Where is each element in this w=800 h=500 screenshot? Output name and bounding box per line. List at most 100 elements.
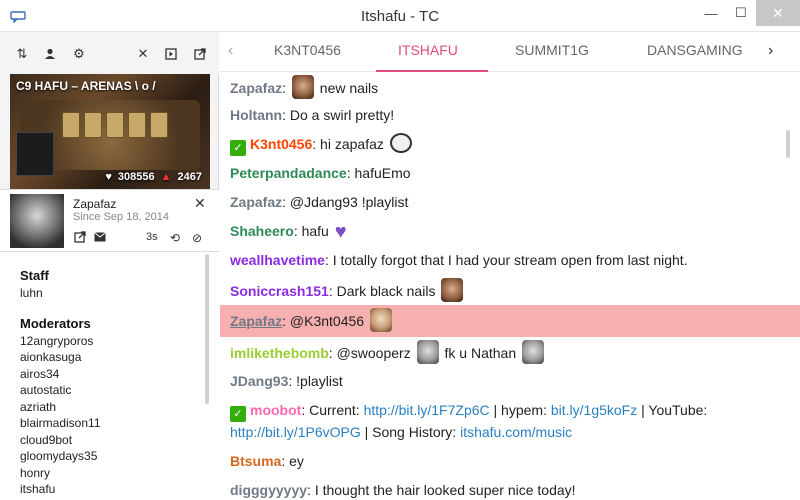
chat-message: ✓ K3nt0456: hi zapafaz [220, 133, 800, 156]
chat-username[interactable]: K3nt0456 [250, 136, 312, 152]
channel-tabs: ‹ K3NT0456 ITSHAFU SUMMIT1G DANSGAMING › [220, 32, 800, 72]
chat-username[interactable]: moobot [250, 402, 301, 418]
timeout-duration[interactable]: 3s [146, 231, 158, 243]
list-item[interactable]: itshafu [20, 481, 219, 498]
chat-message: weallhavetime: I totally forgot that I h… [230, 252, 688, 268]
list-item[interactable]: 12angryporos [20, 333, 219, 350]
chat-username[interactable]: Holtann [230, 107, 282, 123]
chat-text: | hypem: [493, 402, 547, 418]
chat-text: I totally forgot that I had your stream … [332, 252, 688, 268]
list-item[interactable]: azriath [20, 399, 219, 416]
chat-message: Shaheero: hafu ♥ [230, 221, 347, 243]
chat-text: Current: [309, 402, 360, 418]
gear-icon[interactable]: ⚙ [71, 46, 87, 62]
chat-text: ey [289, 453, 304, 469]
maximize-button[interactable]: ☐ [726, 0, 756, 26]
chevron-left-icon[interactable]: ‹ [228, 42, 233, 60]
stream-stats: ♥ 308556 ▲ 2467 [105, 171, 202, 183]
userlist-scrollbar[interactable] [205, 254, 209, 404]
user-list: Staff luhn Moderators 12angryporos aionk… [0, 252, 219, 500]
chat-text: fk u Nathan [444, 345, 517, 361]
chat-message: Btsuma: ey [230, 453, 304, 469]
chat-message: ✓ moobot: Current: http://bit.ly/1F7Zp6C … [220, 399, 800, 422]
external-link-icon[interactable] [192, 46, 208, 62]
chat-username[interactable]: weallhavetime [230, 252, 325, 268]
popout-player-icon[interactable] [163, 46, 179, 62]
chat-text: @Jdang93 !playlist [289, 194, 409, 210]
list-item[interactable]: gloomydays35 [20, 448, 219, 465]
list-item[interactable]: blairmadison11 [20, 415, 219, 432]
chat-text: hafuEmo [354, 165, 411, 181]
chat-message: digggyyyyy: I thought the hair looked su… [230, 482, 576, 498]
list-item[interactable]: honry [20, 465, 219, 482]
chat-username[interactable]: JDang93 [230, 373, 288, 389]
chat-username[interactable]: Zapafaz [230, 194, 282, 210]
tab-k3nt0456[interactable]: K3NT0456 [274, 42, 341, 58]
chat-text: @swooperz [336, 345, 411, 361]
ban-icon[interactable]: ⊘ [192, 231, 202, 245]
user-since: Since Sep 18, 2014 [73, 211, 170, 223]
chat-username[interactable]: Peterpandadance [230, 165, 347, 181]
chat-link[interactable]: http://bit.ly/1P6vOPG [230, 424, 361, 440]
list-item[interactable]: luhn [20, 285, 219, 302]
emote-icon [441, 278, 464, 302]
sort-icon[interactable]: ⇅ [14, 46, 30, 62]
chat-message: Holtann: Do a swirl pretty! [230, 107, 395, 123]
chevron-right-icon[interactable]: › [768, 42, 773, 60]
emote-icon [369, 308, 392, 332]
chat-text: hi zapafaz [320, 136, 384, 152]
list-item[interactable]: aionkasuga [20, 349, 219, 366]
user-info-card: Zapafaz Since Sep 18, 2014 ✕ 3s ⟲ ⊘ [0, 189, 219, 252]
chat-text: Do a swirl pretty! [289, 107, 395, 123]
heart-icon: ♥ [105, 171, 112, 183]
left-toolbar: ⇅ ⚙ ✕ [0, 32, 219, 74]
mail-icon[interactable] [94, 231, 106, 245]
avatar [10, 194, 64, 248]
external-link-icon[interactable] [74, 231, 86, 246]
chat-text: hafu [301, 223, 329, 239]
emote-icon [389, 133, 412, 153]
webcam-image [16, 132, 54, 176]
chat-username[interactable]: Shaheero [230, 223, 294, 239]
minimize-button[interactable]: — [696, 0, 726, 26]
tab-dansgaming[interactable]: DANSGAMING [647, 42, 743, 58]
chat-text: | YouTube: [641, 402, 708, 418]
close-icon[interactable]: ✕ [135, 46, 151, 62]
emote-icon [416, 340, 439, 364]
chat-link[interactable]: http://bit.ly/1F7Zp6C [364, 402, 490, 418]
heart-emote-icon: ♥ [334, 221, 347, 243]
chat-link[interactable]: itshafu.com/music [460, 424, 572, 440]
staff-heading: Staff [20, 268, 49, 283]
left-panel: ⇅ ⚙ ✕ C9 HAFU – ARENAS \ o / ♥ 308556 ▲ … [0, 32, 219, 500]
chat-username[interactable]: Zapafaz [230, 80, 282, 96]
chat-link[interactable]: bit.ly/1g5koFz [551, 402, 637, 418]
close-window-button[interactable]: ✕ [756, 0, 800, 26]
history-icon[interactable]: ⟲ [170, 231, 180, 245]
list-item[interactable]: airos34 [20, 366, 219, 383]
user-icon[interactable] [42, 46, 58, 62]
chat-username[interactable]: imlikethebomb [230, 345, 329, 361]
chat-log: Zapafaz: new nails Holtann: Do a swirl p… [220, 72, 800, 500]
chat-username[interactable]: Soniccrash151 [230, 283, 329, 299]
chat-message: Zapafaz: new nails [220, 75, 800, 99]
list-item[interactable]: autostatic [20, 382, 219, 399]
chat-username[interactable]: digggyyyyy [230, 482, 307, 498]
chat-text: @K3nt0456 [289, 313, 365, 329]
chat-username[interactable]: Zapafaz [230, 313, 282, 329]
list-item[interactable]: cloud9bot [20, 432, 219, 449]
tab-summit1g[interactable]: SUMMIT1G [515, 42, 589, 58]
chat-text: I thought the hair looked super nice tod… [314, 482, 576, 498]
chat-text: Dark black nails [336, 283, 436, 299]
stream-preview[interactable]: C9 HAFU – ARENAS \ o / ♥ 308556 ▲ 2467 [10, 74, 210, 189]
stream-title: C9 HAFU – ARENAS \ o / [16, 79, 156, 93]
viewers-icon: ▲ [160, 171, 172, 183]
chat-message-continuation: http://bit.ly/1P6vOPG | Song History: it… [220, 421, 800, 443]
tab-itshafu[interactable]: ITSHAFU [398, 42, 458, 58]
close-user-card-icon[interactable]: ✕ [194, 195, 206, 212]
chat-message-highlighted: Zapafaz: @K3nt0456 [220, 305, 800, 337]
chat-scrollbar[interactable] [786, 130, 790, 158]
chat-message: JDang93: !playlist [230, 373, 343, 389]
subscriber-badge-icon: ✓ [230, 140, 246, 156]
follower-count: 2467 [177, 171, 202, 183]
chat-username[interactable]: Btsuma [230, 453, 281, 469]
